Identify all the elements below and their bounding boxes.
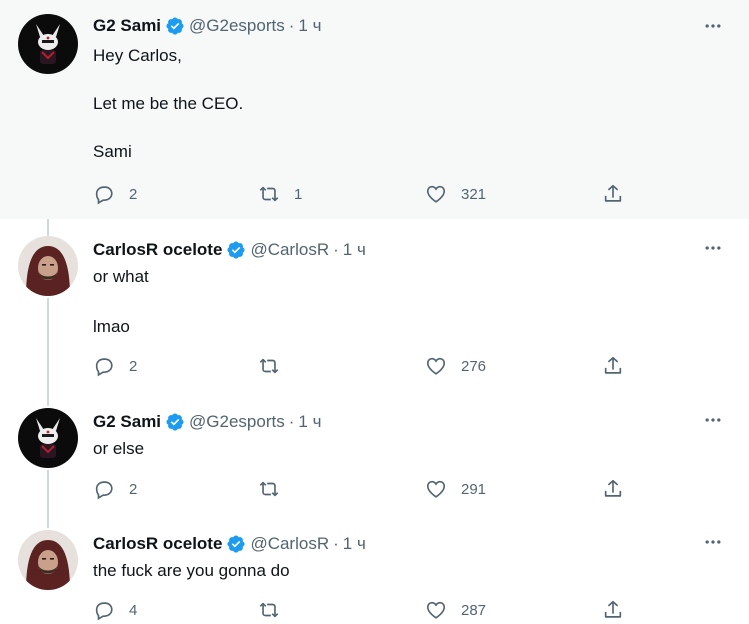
separator-dot: · <box>333 240 339 259</box>
share-button[interactable] <box>602 352 624 380</box>
like-count: 276 <box>461 357 487 375</box>
reply-button[interactable]: 2 <box>93 352 137 380</box>
like-count: 321 <box>461 185 487 203</box>
reply-count: 2 <box>129 185 138 203</box>
heart-icon <box>426 480 446 498</box>
tweet-actions: 2 276 <box>93 352 633 380</box>
heart-icon <box>426 357 446 375</box>
separator-dot: · <box>288 16 295 35</box>
verified-badge-icon <box>166 413 184 431</box>
author-handle[interactable]: @G2esports <box>189 16 285 36</box>
tweet-text: Hey Carlos, Let me be the CEO. Sami <box>93 44 243 164</box>
tweet-text: or else <box>93 437 144 461</box>
reply-icon <box>95 358 113 377</box>
avatar[interactable] <box>18 530 78 590</box>
tweet-actions: 2 291 <box>93 475 633 503</box>
like-button[interactable]: 287 <box>425 596 486 624</box>
reply-icon <box>95 481 113 500</box>
reply-button[interactable]: 4 <box>93 596 137 624</box>
more-options-icon[interactable] <box>701 238 725 258</box>
tweet-text-line: lmao <box>93 317 130 336</box>
timestamp[interactable]: 1 ч <box>298 412 321 432</box>
reply-count: 2 <box>129 357 138 375</box>
tweet-1[interactable]: G2 Sami @G2esports · 1 ч Hey Carlos, Let… <box>0 0 749 219</box>
more-options-icon[interactable] <box>701 532 725 552</box>
share-icon <box>604 479 622 497</box>
share-icon <box>604 184 622 202</box>
author-name[interactable]: G2 Sami <box>93 16 161 36</box>
g2-samurai-avatar-icon <box>18 408 78 468</box>
tweet-actions: 2 1 321 <box>93 180 633 208</box>
tweet-text-line: Sami <box>93 142 132 161</box>
author-handle[interactable]: @CarlosR <box>250 240 329 260</box>
tweet-text-line: or else <box>93 439 145 458</box>
heart-icon <box>426 601 446 619</box>
retweet-count: 1 <box>294 185 303 203</box>
author-name[interactable]: G2 Sami <box>93 412 161 432</box>
heart-icon <box>426 185 446 203</box>
retweet-icon <box>259 602 279 618</box>
author-handle[interactable]: @CarlosR <box>250 534 329 554</box>
author-name[interactable]: CarlosR ocelote <box>93 240 222 260</box>
share-button[interactable] <box>602 475 624 503</box>
tweet-text: or what lmao <box>93 265 149 339</box>
more-options-icon[interactable] <box>701 16 725 36</box>
avatar[interactable] <box>18 14 78 74</box>
tweet-text-line: Hey Carlos, <box>93 46 182 65</box>
tweet-2[interactable]: CarlosR ocelote @CarlosR · 1 ч or what l… <box>0 219 749 391</box>
reply-button[interactable]: 2 <box>93 180 137 208</box>
tweet-text-line: or what <box>93 267 149 286</box>
timestamp[interactable]: 1 ч <box>343 534 366 554</box>
reply-icon <box>95 602 113 621</box>
avatar[interactable] <box>18 408 78 468</box>
tweet-4[interactable]: CarlosR ocelote @CarlosR · 1 ч the fuck … <box>0 513 749 622</box>
timestamp[interactable]: 1 ч <box>298 16 321 36</box>
like-button[interactable]: 291 <box>425 475 486 503</box>
avatar[interactable] <box>18 236 78 296</box>
separator-dot: · <box>333 534 339 553</box>
share-button[interactable] <box>602 180 624 208</box>
carlos-hooded-avatar-icon <box>18 530 78 590</box>
reply-button[interactable]: 2 <box>93 475 137 503</box>
tweet-text-line: Let me be the CEO. <box>93 94 244 113</box>
like-button[interactable]: 321 <box>425 180 486 208</box>
tweet-text-line: the fuck are you gonna do <box>93 561 290 580</box>
verified-badge-icon <box>227 535 245 553</box>
separator-dot: · <box>288 412 295 431</box>
retweet-button[interactable] <box>258 352 294 380</box>
share-icon <box>604 600 622 618</box>
reply-count: 4 <box>129 601 138 619</box>
retweet-button[interactable] <box>258 475 294 503</box>
like-count: 291 <box>461 480 487 498</box>
tweet-3[interactable]: G2 Sami @G2esports · 1 ч or else 2 291 <box>0 391 749 513</box>
retweet-button[interactable]: 1 <box>258 180 302 208</box>
reply-icon <box>95 186 113 205</box>
author-name[interactable]: CarlosR ocelote <box>93 534 222 554</box>
g2-samurai-avatar-icon <box>18 14 78 74</box>
tweet-text: the fuck are you gonna do <box>93 559 290 583</box>
reply-count: 2 <box>129 480 138 498</box>
more-options-icon[interactable] <box>701 410 725 430</box>
retweet-button[interactable] <box>258 596 294 624</box>
like-button[interactable]: 276 <box>425 352 486 380</box>
share-icon <box>604 356 622 374</box>
verified-badge-icon <box>166 17 184 35</box>
like-count: 287 <box>461 601 487 619</box>
verified-badge-icon <box>227 241 245 259</box>
retweet-icon <box>259 186 279 202</box>
author-handle[interactable]: @G2esports <box>189 412 285 432</box>
retweet-icon <box>259 358 279 374</box>
tweet-actions: 4 287 <box>93 596 633 624</box>
carlos-hooded-avatar-icon <box>18 236 78 296</box>
retweet-icon <box>259 481 279 497</box>
timestamp[interactable]: 1 ч <box>343 240 366 260</box>
share-button[interactable] <box>602 596 624 624</box>
